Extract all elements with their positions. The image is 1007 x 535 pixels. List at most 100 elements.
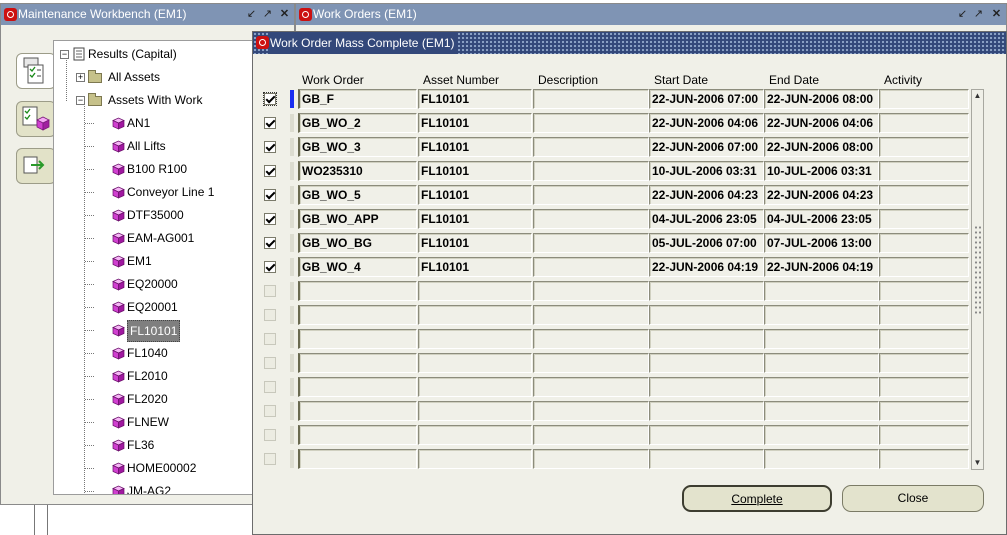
- asset-number-cell[interactable]: [418, 377, 532, 397]
- expand-icon[interactable]: +: [76, 73, 85, 82]
- end-date-cell[interactable]: [764, 449, 879, 469]
- activity-cell[interactable]: [879, 401, 969, 421]
- work-order-cell[interactable]: GB_WO_APP: [298, 209, 417, 229]
- activity-cell[interactable]: [879, 209, 969, 229]
- maximize-icon[interactable]: ↗: [261, 5, 274, 23]
- end-date-cell[interactable]: [764, 425, 879, 445]
- asset-number-cell[interactable]: FL10101: [418, 137, 532, 157]
- complete-button[interactable]: Complete: [682, 485, 832, 512]
- asset-number-cell[interactable]: [418, 449, 532, 469]
- scroll-down-icon[interactable]: ▼: [972, 457, 983, 469]
- activity-cell[interactable]: [879, 353, 969, 373]
- row-select-checkbox[interactable]: [264, 453, 276, 465]
- description-cell[interactable]: [533, 425, 649, 445]
- asset-number-cell[interactable]: FL10101: [418, 233, 532, 253]
- start-date-cell[interactable]: 22-JUN-2006 07:00: [649, 89, 764, 109]
- collapse-icon[interactable]: −: [60, 50, 69, 59]
- scroll-grip[interactable]: [974, 225, 981, 315]
- start-date-cell[interactable]: [649, 353, 764, 373]
- work-order-cell[interactable]: [298, 425, 417, 445]
- current-record-indicator[interactable]: [290, 114, 294, 132]
- start-date-cell[interactable]: 22-JUN-2006 04:06: [649, 113, 764, 133]
- close-icon[interactable]: ✕: [990, 5, 1003, 23]
- description-cell[interactable]: [533, 113, 649, 133]
- activity-cell[interactable]: [879, 329, 969, 349]
- start-date-cell[interactable]: [649, 425, 764, 445]
- work-order-cell[interactable]: [298, 401, 417, 421]
- asset-number-cell[interactable]: [418, 281, 532, 301]
- row-select-checkbox[interactable]: [264, 189, 276, 201]
- row-select-checkbox[interactable]: [264, 381, 276, 393]
- current-record-indicator[interactable]: [290, 378, 294, 396]
- description-cell[interactable]: [533, 209, 649, 229]
- current-record-indicator[interactable]: [290, 90, 294, 108]
- asset-number-cell[interactable]: FL10101: [418, 161, 532, 181]
- work-order-cell[interactable]: [298, 449, 417, 469]
- current-record-indicator[interactable]: [290, 330, 294, 348]
- current-record-indicator[interactable]: [290, 234, 294, 252]
- current-record-indicator[interactable]: [290, 282, 294, 300]
- current-record-indicator[interactable]: [290, 306, 294, 324]
- row-select-checkbox[interactable]: [264, 309, 276, 321]
- row-select-checkbox[interactable]: [264, 285, 276, 297]
- asset-number-cell[interactable]: [418, 353, 532, 373]
- end-date-cell[interactable]: [764, 329, 879, 349]
- work-order-cell[interactable]: WO235310: [298, 161, 417, 181]
- activity-cell[interactable]: [879, 89, 969, 109]
- description-cell[interactable]: [533, 449, 649, 469]
- row-select-checkbox[interactable]: [264, 117, 276, 129]
- work-view-button[interactable]: [16, 101, 56, 137]
- asset-number-cell[interactable]: [418, 305, 532, 325]
- description-cell[interactable]: [533, 353, 649, 373]
- end-date-cell[interactable]: 04-JUL-2006 23:05: [764, 209, 879, 229]
- activity-cell[interactable]: [879, 449, 969, 469]
- activity-cell[interactable]: [879, 185, 969, 205]
- work-order-cell[interactable]: GB_F: [298, 89, 417, 109]
- asset-number-cell[interactable]: FL10101: [418, 257, 532, 277]
- start-date-cell[interactable]: 04-JUL-2006 23:05: [649, 209, 764, 229]
- current-record-indicator[interactable]: [290, 138, 294, 156]
- description-cell[interactable]: [533, 329, 649, 349]
- start-date-cell[interactable]: [649, 329, 764, 349]
- end-date-cell[interactable]: [764, 281, 879, 301]
- work-order-cell[interactable]: [298, 377, 417, 397]
- description-cell[interactable]: [533, 257, 649, 277]
- activity-cell[interactable]: [879, 377, 969, 397]
- current-record-indicator[interactable]: [290, 354, 294, 372]
- activity-cell[interactable]: [879, 137, 969, 157]
- work-order-cell[interactable]: [298, 281, 417, 301]
- work-order-cell[interactable]: GB_WO_4: [298, 257, 417, 277]
- current-record-indicator[interactable]: [290, 162, 294, 180]
- description-cell[interactable]: [533, 377, 649, 397]
- activity-cell[interactable]: [879, 257, 969, 277]
- end-date-cell[interactable]: 22-JUN-2006 04:19: [764, 257, 879, 277]
- close-button[interactable]: Close: [842, 485, 984, 512]
- maximize-icon[interactable]: ↗: [972, 5, 985, 23]
- row-select-checkbox[interactable]: [264, 333, 276, 345]
- row-select-checkbox[interactable]: [264, 261, 276, 273]
- end-date-cell[interactable]: [764, 401, 879, 421]
- description-cell[interactable]: [533, 161, 649, 181]
- end-date-cell[interactable]: 22-JUN-2006 04:23: [764, 185, 879, 205]
- end-date-cell[interactable]: [764, 353, 879, 373]
- row-select-checkbox[interactable]: [264, 141, 276, 153]
- start-date-cell[interactable]: [649, 401, 764, 421]
- work-order-cell[interactable]: [298, 305, 417, 325]
- row-select-checkbox[interactable]: [264, 357, 276, 369]
- current-record-indicator[interactable]: [290, 258, 294, 276]
- asset-number-cell[interactable]: FL10101: [418, 185, 532, 205]
- work-order-cell[interactable]: GB_WO_3: [298, 137, 417, 157]
- collapse-icon[interactable]: −: [76, 96, 85, 105]
- end-date-cell[interactable]: 22-JUN-2006 08:00: [764, 137, 879, 157]
- asset-number-cell[interactable]: [418, 425, 532, 445]
- row-select-checkbox[interactable]: [264, 213, 276, 225]
- end-date-cell[interactable]: [764, 305, 879, 325]
- scroll-up-icon[interactable]: ▲: [972, 90, 983, 102]
- end-date-cell[interactable]: [764, 377, 879, 397]
- row-select-checkbox[interactable]: [263, 92, 277, 106]
- asset-number-cell[interactable]: [418, 401, 532, 421]
- results-view-button[interactable]: [16, 53, 56, 89]
- start-date-cell[interactable]: 05-JUL-2006 07:00: [649, 233, 764, 253]
- description-cell[interactable]: [533, 233, 649, 253]
- mass-complete-titlebar[interactable]: Work Order Mass Complete (EM1): [253, 32, 1006, 54]
